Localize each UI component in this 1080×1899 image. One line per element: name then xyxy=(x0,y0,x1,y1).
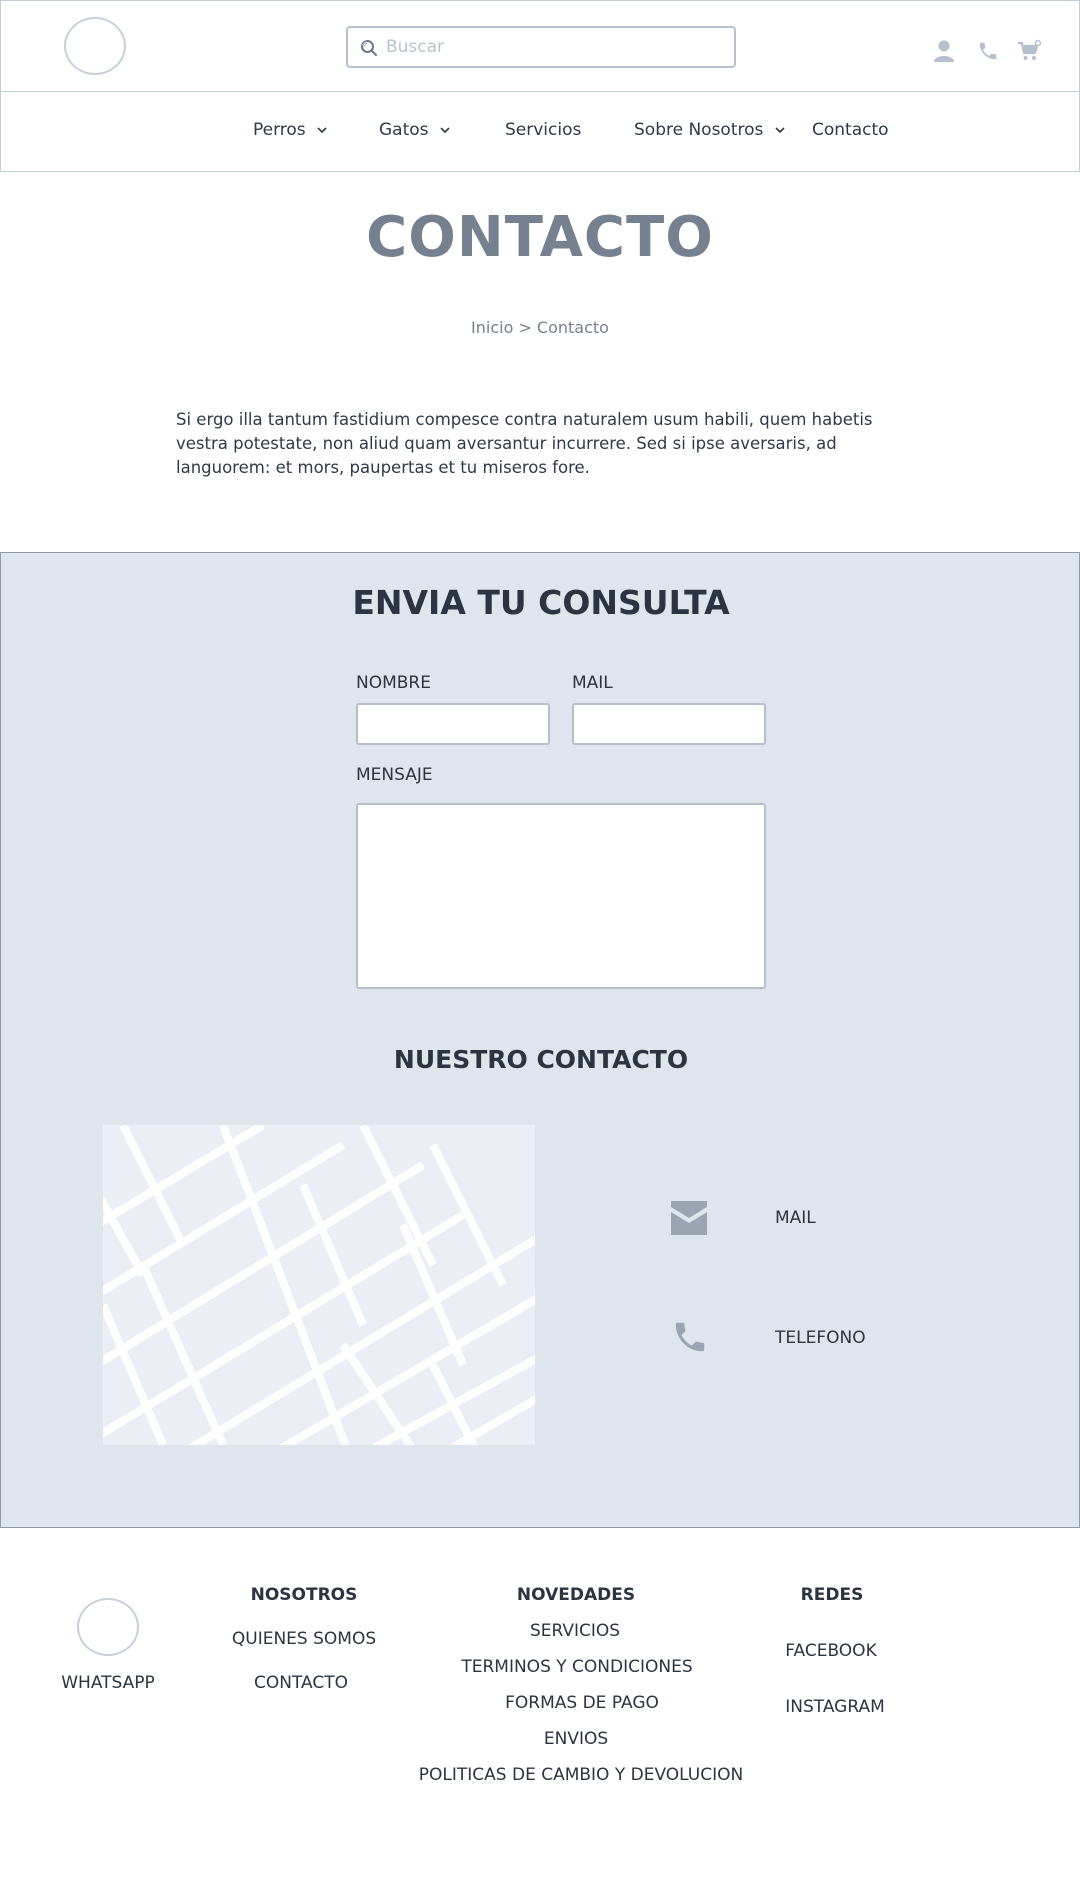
nav-item-label: Perros xyxy=(253,120,306,140)
site-header xyxy=(0,0,1080,92)
search-input[interactable] xyxy=(386,34,716,60)
footer-link-contacto[interactable]: CONTACTO xyxy=(254,1673,348,1693)
footer-link-servicios[interactable]: SERVICIOS xyxy=(530,1621,620,1641)
logo[interactable] xyxy=(64,17,126,75)
footer-link-instagram[interactable]: INSTAGRAM xyxy=(785,1697,885,1717)
cart-icon[interactable] xyxy=(1017,39,1041,63)
footer-whatsapp-link[interactable]: WHATSAPP xyxy=(61,1673,155,1693)
footer-heading-nosotros: NOSOTROS xyxy=(250,1585,358,1605)
nav-item-label: Servicios xyxy=(505,120,582,140)
contact-mail-label: MAIL xyxy=(775,1208,816,1228)
footer-link-formas-de-pago[interactable]: FORMAS DE PAGO xyxy=(505,1693,659,1713)
search-box[interactable] xyxy=(346,26,736,68)
mail-icon xyxy=(671,1201,707,1235)
footer-link-terminos[interactable]: TERMINOS Y CONDICIONES xyxy=(461,1657,692,1677)
nav-item-contacto[interactable]: Contacto xyxy=(812,120,889,140)
chevron-down-icon xyxy=(317,127,327,134)
nav-item-label: Gatos xyxy=(379,120,429,140)
footer-link-politicas[interactable]: POLITICAS DE CAMBIO Y DEVOLUCION xyxy=(419,1765,743,1785)
name-label: NOMBRE xyxy=(356,673,431,693)
footer-link-quienes-somos[interactable]: QUIENES SOMOS xyxy=(232,1629,376,1649)
user-icon[interactable] xyxy=(933,39,955,63)
email-field[interactable] xyxy=(572,703,766,745)
chevron-down-icon xyxy=(440,127,450,134)
message-field[interactable] xyxy=(356,803,766,989)
footer-logo[interactable] xyxy=(77,1598,139,1656)
footer-heading-novedades: NOVEDADES xyxy=(516,1585,636,1605)
map-streets xyxy=(103,1125,535,1445)
phone-icon xyxy=(675,1322,705,1352)
map[interactable] xyxy=(103,1125,535,1445)
phone-icon[interactable] xyxy=(977,40,999,62)
contact-phone-label: TELEFONO xyxy=(775,1328,866,1348)
main-nav: Perros Gatos Servicios Sobre Nosotros Co… xyxy=(0,92,1080,172)
nav-item-servicios[interactable]: Servicios xyxy=(505,120,581,140)
page-title: CONTACTO xyxy=(366,205,714,270)
nav-item-sobre-nosotros[interactable]: Sobre Nosotros xyxy=(634,120,785,140)
nav-item-label: Contacto xyxy=(812,120,889,140)
nav-item-label: Sobre Nosotros xyxy=(634,120,764,140)
chevron-down-icon xyxy=(775,127,785,134)
footer-heading-redes: REDES xyxy=(800,1585,864,1605)
breadcrumb[interactable]: Inicio > Contacto xyxy=(0,318,1080,337)
form-title: ENVIA TU CONSULTA xyxy=(352,583,730,622)
nav-item-perros[interactable]: Perros xyxy=(253,120,327,140)
footer-link-facebook[interactable]: FACEBOOK xyxy=(785,1641,876,1661)
nav-item-gatos[interactable]: Gatos xyxy=(379,120,450,140)
message-label: MENSAJE xyxy=(356,765,433,785)
mail-label: MAIL xyxy=(572,673,613,693)
name-field[interactable] xyxy=(356,703,550,745)
our-contact-title: NUESTRO CONTACTO xyxy=(393,1045,689,1074)
contact-section: ENVIA TU CONSULTA NOMBRE MAIL MENSAJE NU… xyxy=(0,552,1080,1528)
resize-grip-icon xyxy=(360,39,368,47)
footer-link-envios[interactable]: ENVIOS xyxy=(544,1729,608,1749)
intro-text: Si ergo illa tantum fastidium compesce c… xyxy=(176,410,873,477)
